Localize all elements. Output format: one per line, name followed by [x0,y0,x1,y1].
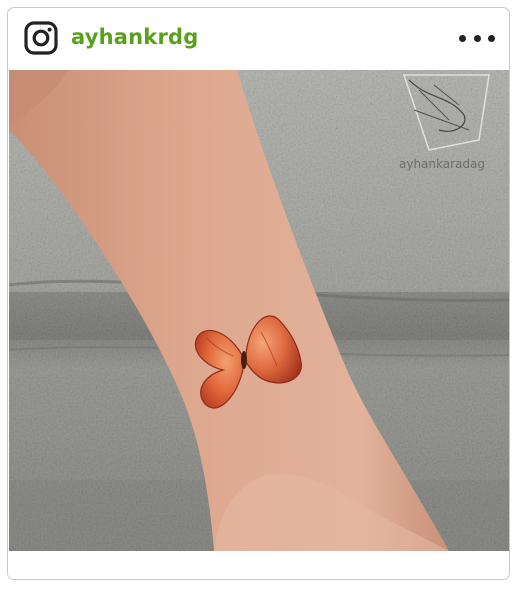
more-horizontal-icon [459,34,466,42]
more-horizontal-icon [473,34,481,42]
watermark-text: ayhankaradag [399,157,485,171]
more-horizontal-icon [488,34,495,42]
photo-canvas: ayhankaradag [9,70,509,551]
post-header: ayhankrdg [8,8,509,70]
more-options-button[interactable] [459,26,495,50]
post-photo[interactable]: ayhankaradag [9,70,509,551]
instagram-icon[interactable] [24,21,58,55]
post-footer [8,551,509,579]
post-card: ayhankrdg ayhankaradag [7,7,510,580]
post-username[interactable]: ayhankrdg [71,25,198,49]
